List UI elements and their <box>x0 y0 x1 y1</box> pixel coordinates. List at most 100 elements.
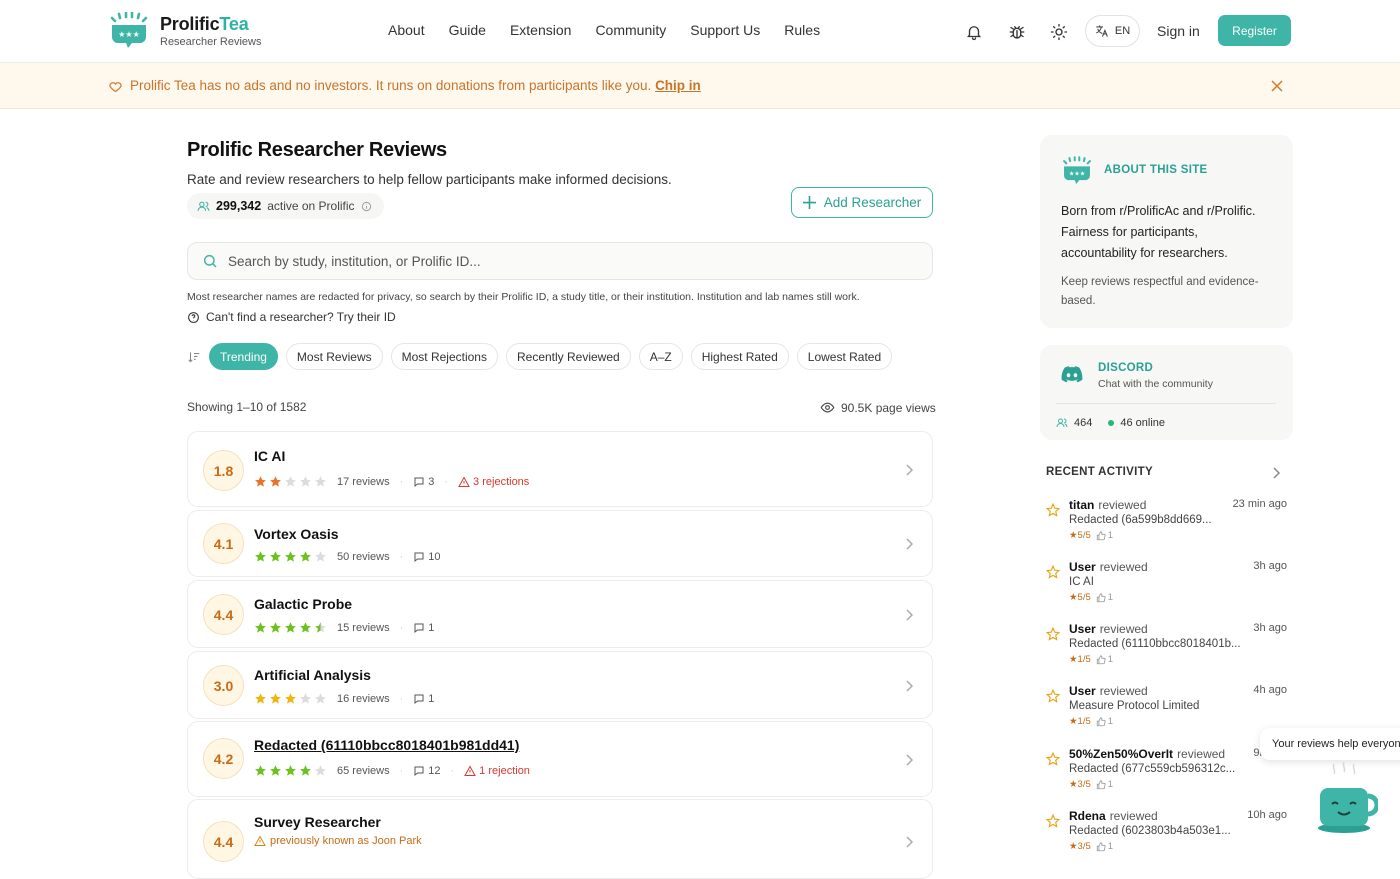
logo[interactable]: ★★★ ProlificTea Researcher Reviews <box>108 12 261 50</box>
activity-rating: ★5/5 1 <box>1069 592 1114 603</box>
thumbs-up-icon <box>1096 654 1106 664</box>
activity-item[interactable]: titan reviewed 23 min ago Redacted (6a599b8… <box>1046 498 1287 546</box>
rejection-count: 3 rejections <box>458 476 529 488</box>
svg-text:★★★: ★★★ <box>118 30 140 39</box>
users-icon <box>197 201 210 211</box>
researcher-name[interactable]: Galactic Probe <box>254 596 352 612</box>
nav-community[interactable]: Community <box>595 22 666 38</box>
star-icon <box>285 622 296 633</box>
activity-user[interactable]: Rdena <box>1069 809 1106 823</box>
nav-about[interactable]: About <box>388 22 425 38</box>
add-researcher-button[interactable]: Add Researcher <box>791 187 933 218</box>
activity-user[interactable]: User <box>1069 560 1096 574</box>
researcher-name[interactable]: Survey Researcher <box>254 814 381 830</box>
activity-item[interactable]: User reviewed 4h ago Measure Protocol Limit… <box>1046 684 1287 732</box>
comment-icon <box>414 694 424 704</box>
results-count: Showing 1–10 of 1582 <box>187 400 307 414</box>
search-hint: Most researcher names are redacted for p… <box>187 291 860 303</box>
like-count[interactable]: 1 <box>1096 779 1113 790</box>
activity-target[interactable]: Redacted (6a599b8dd669... <box>1069 514 1244 526</box>
like-count[interactable]: 1 <box>1096 841 1113 852</box>
chevron-right-icon[interactable] <box>1272 467 1280 479</box>
about-body: Born from r/ProlificAc and r/Prolific. F… <box>1061 204 1256 260</box>
rating-score: 4.2 <box>203 738 244 779</box>
star-icon <box>255 476 266 487</box>
activity-target[interactable]: IC AI <box>1069 576 1244 588</box>
close-icon[interactable] <box>1271 80 1283 92</box>
activity-user[interactable]: User <box>1069 684 1096 698</box>
researcher-card[interactable]: 4.4 Galactic Probe 15 reviews · 1 <box>187 580 933 648</box>
activity-item[interactable]: 50%Zen50%OverItreviewed9h agoRedacted (6… <box>1046 747 1287 795</box>
researcher-name[interactable]: Vortex Oasis <box>254 526 339 542</box>
sort-icon <box>188 351 200 362</box>
rating-score: 4.1 <box>203 523 244 564</box>
nav-guide[interactable]: Guide <box>449 22 486 38</box>
activity-time: 4h ago <box>1253 684 1287 696</box>
chevron-right-icon <box>906 680 913 692</box>
sort-recently-reviewed[interactable]: Recently Reviewed <box>505 343 631 370</box>
nav-extension[interactable]: Extension <box>510 22 571 38</box>
like-count[interactable]: 1 <box>1096 716 1113 727</box>
activity-time: 3h ago <box>1253 560 1287 572</box>
activity-target[interactable]: Redacted (61110bbcc8018401b... <box>1069 638 1244 650</box>
comment-icon <box>414 552 424 562</box>
researcher-name[interactable]: Redacted (61110bbcc8018401b981dd41) <box>254 737 519 753</box>
translate-icon <box>1096 25 1108 37</box>
nav-rules[interactable]: Rules <box>784 22 820 38</box>
language-switcher[interactable]: EN <box>1085 15 1140 47</box>
chip-in-link[interactable]: Chip in <box>655 78 701 93</box>
researcher-card[interactable]: 4.1 Vortex Oasis 50 reviews · 10 <box>187 510 933 577</box>
activity-action: reviewed <box>1109 809 1158 823</box>
star-icon <box>300 476 311 487</box>
researcher-name[interactable]: Artificial Analysis <box>254 667 371 683</box>
search-input[interactable] <box>228 253 908 269</box>
activity-target[interactable]: Measure Protocol Limited <box>1069 700 1244 712</box>
info-icon[interactable] <box>361 201 372 212</box>
rejection-count: 1 rejection <box>464 765 530 777</box>
review-count: 50 reviews <box>337 550 390 563</box>
researcher-card[interactable]: 1.8 IC AI 17 reviews · 3 · 3 rejections <box>187 431 933 507</box>
activity-user[interactable]: titan <box>1069 498 1094 512</box>
bug-report-icon[interactable] <box>1006 21 1028 43</box>
star-rating <box>254 764 327 777</box>
thumbs-up-icon <box>1096 530 1106 540</box>
activity-target[interactable]: Redacted (677c559cb596312c... <box>1069 763 1244 775</box>
thumbs-up-icon <box>1096 592 1106 602</box>
like-count[interactable]: 1 <box>1096 592 1113 603</box>
about-note: Keep reviews respectful and evidence-bas… <box>1061 276 1259 307</box>
sign-in-link[interactable]: Sign in <box>1157 23 1200 39</box>
discord-panel[interactable]: DISCORD Chat with the community 464 46 o… <box>1040 345 1293 440</box>
teacup-mascot-icon[interactable] <box>1312 760 1378 836</box>
activity-summary: User reviewed <box>1069 560 1148 574</box>
like-count[interactable]: 1 <box>1096 654 1113 665</box>
activity-item[interactable]: User reviewed 3h ago IC AI ★5/5 1 <box>1046 560 1287 608</box>
researcher-card[interactable]: 3.0 Artificial Analysis 16 reviews · 1 <box>187 651 933 719</box>
star-outline-icon <box>1046 627 1060 641</box>
cant-find-label: Can't find a researcher? Try their ID <box>206 310 396 324</box>
sort-most-rejections[interactable]: Most Rejections <box>390 343 498 370</box>
researcher-card[interactable]: 4.2 Redacted (61110bbcc8018401b981dd41) … <box>187 721 933 797</box>
activity-item[interactable]: User reviewed 3h ago Redacted (61110bbcc801… <box>1046 622 1287 670</box>
activity-item[interactable]: Rdena reviewed 10h ago Redacted (6023803b4a… <box>1046 809 1287 857</box>
notifications-bell-icon[interactable] <box>963 21 985 43</box>
activity-user[interactable]: 50%Zen50%OverIt <box>1069 747 1173 761</box>
sort-most-reviews[interactable]: Most Reviews <box>285 343 383 370</box>
sort-trending[interactable]: Trending <box>209 343 278 370</box>
activity-action: reviewed <box>1099 560 1148 574</box>
active-users-badge: 299,342 active on Prolific <box>187 193 384 219</box>
like-count[interactable]: 1 <box>1096 530 1113 541</box>
researcher-name[interactable]: IC AI <box>254 448 285 464</box>
activity-target[interactable]: Redacted (6023803b4a503e1... <box>1069 825 1244 837</box>
sort-lowest-rated[interactable]: Lowest Rated <box>796 343 893 370</box>
sort-highest-rated[interactable]: Highest Rated <box>690 343 789 370</box>
chevron-right-icon <box>906 464 913 476</box>
activity-action: reviewed <box>1177 747 1226 761</box>
nav-support-us[interactable]: Support Us <box>690 22 760 38</box>
sort-a-z[interactable]: A–Z <box>638 343 683 370</box>
teacup-logo-icon: ★★★ <box>1063 156 1091 184</box>
theme-sun-icon[interactable] <box>1048 21 1070 43</box>
researcher-card[interactable]: 4.4 Survey Researcher previously known a… <box>187 799 933 879</box>
cant-find-help[interactable]: Can't find a researcher? Try their ID <box>187 310 396 324</box>
register-button[interactable]: Register <box>1218 15 1291 46</box>
activity-user[interactable]: User <box>1069 622 1096 636</box>
